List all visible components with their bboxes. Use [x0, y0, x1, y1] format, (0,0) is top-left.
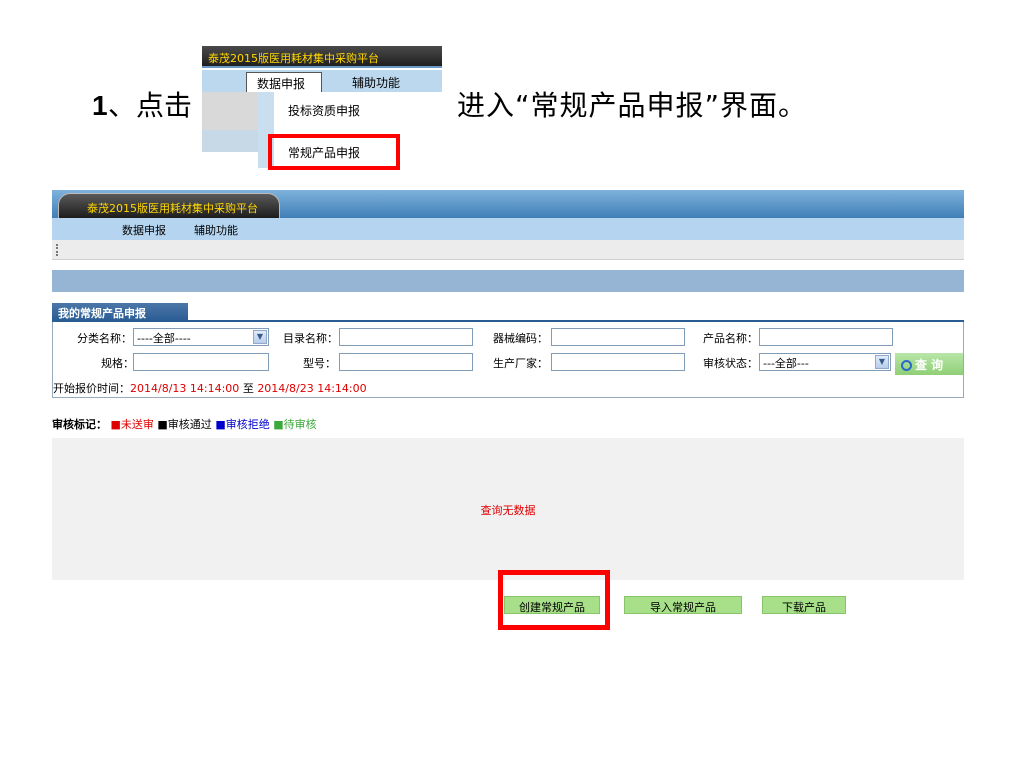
- spec-input[interactable]: [133, 353, 269, 371]
- device-code-label: 器械编码：: [493, 332, 548, 345]
- spec-label: 规格：: [101, 357, 134, 370]
- mini-menu-aux[interactable]: 辅助功能: [352, 74, 400, 91]
- audit-legend-title: 审核标记：: [52, 418, 107, 431]
- instruction-prefix: 、点击: [108, 89, 193, 122]
- mini-menu-data-declare[interactable]: 数据申报: [246, 72, 322, 92]
- device-code-input[interactable]: [551, 328, 685, 346]
- highlight-box-create-button: [498, 570, 610, 630]
- legend-pending: ■待审核: [273, 418, 317, 431]
- breadcrumb-strip: [52, 270, 964, 292]
- model-label: 型号：: [303, 357, 336, 370]
- audit-status-label: 审核状态：: [703, 357, 758, 370]
- catalog-name-input[interactable]: [339, 328, 473, 346]
- mini-menu-screenshot: 泰茂2015版医用耗材集中采购平台 数据申报 辅助功能 投标资质申报 常规产品申…: [202, 46, 442, 172]
- app-header: 泰茂2015版医用耗材集中采购平台: [52, 190, 964, 219]
- download-products-button[interactable]: 下载产品: [762, 596, 846, 614]
- audit-status-select-value: ---全部---: [763, 357, 809, 370]
- instruction-suffix: 进入“常规产品申报”界面。: [457, 89, 808, 122]
- catalog-name-label: 目录名称：: [283, 332, 338, 345]
- audit-status-select[interactable]: ---全部--- ▼: [759, 353, 891, 371]
- quote-time-label: 开始报价时间：: [53, 382, 130, 395]
- quote-time-end: 2014/8/23 14:14:00: [257, 382, 367, 395]
- toolbar-grip-icon[interactable]: [56, 244, 58, 256]
- query-button[interactable]: 查 询: [895, 353, 963, 375]
- results-area: 查询无数据: [52, 438, 964, 580]
- legend-not-submitted: ■未送审: [110, 418, 154, 431]
- model-input[interactable]: [339, 353, 473, 371]
- search-icon: [901, 360, 912, 371]
- category-select[interactable]: ----全部---- ▼: [133, 328, 269, 346]
- category-label: 分类名称：: [77, 332, 132, 345]
- quote-time-start: 2014/8/13 14:14:00: [130, 382, 240, 395]
- mini-dropdown-item-qualification[interactable]: 投标资质申报: [288, 102, 360, 119]
- menu-data-declare[interactable]: 数据申报: [122, 222, 166, 238]
- highlight-box-menu-item: [268, 134, 400, 170]
- step-number: 1: [92, 90, 108, 121]
- search-form: 分类名称： ----全部---- ▼ 目录名称： 器械编码： 产品名称： 规格：…: [52, 322, 964, 398]
- import-regular-product-button[interactable]: 导入常规产品: [624, 596, 742, 614]
- legend-rejected: ■审核拒绝: [215, 418, 270, 431]
- mini-menubar: 数据申报 辅助功能: [202, 70, 442, 92]
- chevron-down-icon: ▼: [875, 355, 889, 369]
- product-name-label: 产品名称：: [703, 332, 758, 345]
- main-menubar: 数据申报 辅助功能: [52, 218, 964, 240]
- toolbar-strip: [52, 240, 964, 260]
- tab-my-regular-products[interactable]: 我的常规产品申报: [52, 303, 188, 321]
- legend-approved: ■审核通过: [157, 418, 212, 431]
- app-title-tab: 泰茂2015版医用耗材集中采购平台: [58, 193, 280, 219]
- quote-time-to: 至: [242, 382, 254, 395]
- chevron-down-icon: ▼: [253, 330, 267, 344]
- app-platform-title: 泰茂2015版医用耗材集中采购平台: [87, 202, 258, 215]
- menu-aux-functions[interactable]: 辅助功能: [194, 222, 238, 238]
- quote-time-row: 开始报价时间：2014/8/13 14:14:00 至 2014/8/23 14…: [53, 380, 367, 396]
- manufacturer-label: 生产厂家：: [493, 357, 548, 370]
- product-name-input[interactable]: [759, 328, 893, 346]
- audit-legend: 审核标记： ■未送审 ■审核通过 ■审核拒绝 ■待审核: [52, 416, 317, 432]
- manufacturer-input[interactable]: [551, 353, 685, 371]
- app-screenshot: 泰茂2015版医用耗材集中采购平台 数据申报 辅助功能 我的常规产品申报 分类名…: [52, 190, 964, 620]
- query-button-label: 查 询: [915, 358, 944, 372]
- mini-header: 泰茂2015版医用耗材集中采购平台: [202, 46, 442, 68]
- category-select-value: ----全部----: [137, 332, 191, 345]
- empty-results-message: 查询无数据: [480, 504, 536, 517]
- mini-platform-title: 泰茂2015版医用耗材集中采购平台: [208, 52, 379, 65]
